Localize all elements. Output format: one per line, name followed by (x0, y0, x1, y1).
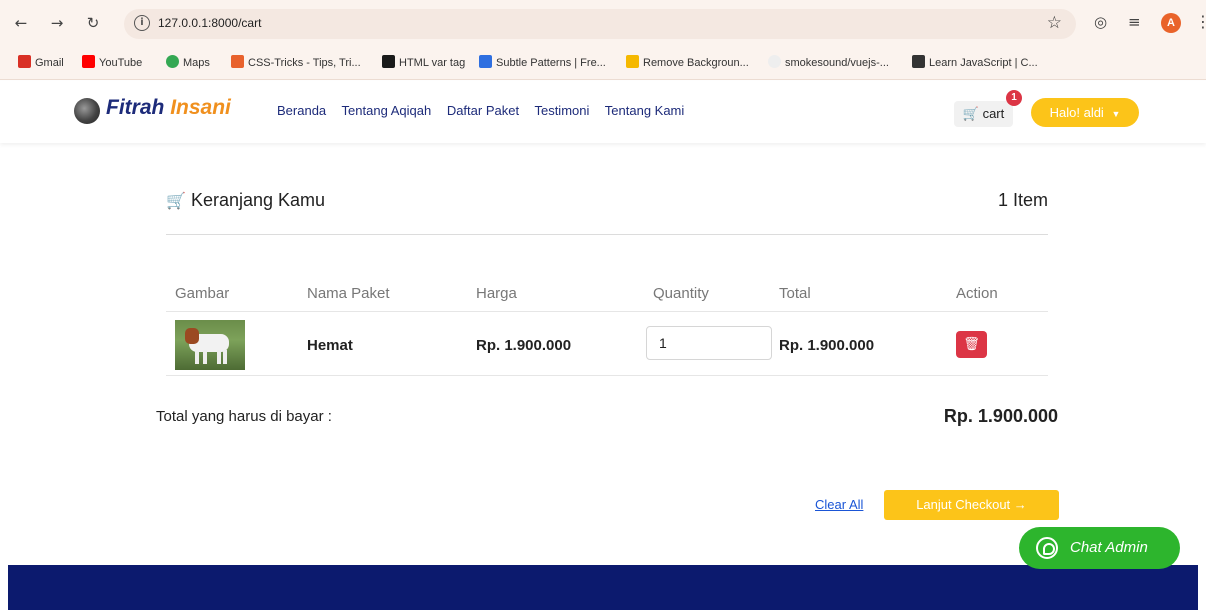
header-quantity: Quantity (653, 285, 709, 302)
cart-button[interactable]: 🛒 cart (954, 101, 1013, 127)
header-action: Action (956, 285, 998, 302)
bookmark-star-icon[interactable]: ☆ (1047, 13, 1062, 33)
cart-label: cart (982, 106, 1005, 121)
bookmark-youtube[interactable]: YouTube (82, 55, 142, 69)
header-total: Total (779, 285, 811, 302)
globe-icon (768, 55, 781, 68)
header-nama-paket: Nama Paket (307, 285, 390, 302)
forward-arrow-icon[interactable]: → (48, 14, 66, 32)
bookmark-css-tricks[interactable]: CSS-Tricks - Tips, Tri... (231, 55, 361, 69)
nav-tentang-kami[interactable]: Tentang Kami (605, 103, 685, 118)
media-control-icon[interactable]: ≡ (1128, 13, 1141, 31)
cart-item-count: 1 Item (997, 190, 1048, 210)
chat-admin-button[interactable]: Chat Admin (1019, 527, 1180, 569)
product-name: Hemat (307, 337, 353, 354)
w3-icon (382, 55, 395, 68)
youtube-icon (82, 55, 95, 68)
footer (8, 565, 1198, 610)
whatsapp-icon (1036, 537, 1058, 559)
reload-icon[interactable]: ↻ (84, 14, 102, 32)
nav-daftar-paket[interactable]: Daftar Paket (447, 103, 519, 118)
product-image (175, 320, 245, 370)
total-label: Total yang harus di bayar : (156, 408, 332, 425)
address-url[interactable]: 127.0.0.1:8000/cart (158, 16, 261, 30)
cart-count-badge: 1 (1006, 90, 1022, 106)
caret-down-icon: ▼ (1111, 109, 1121, 119)
trash-icon: 🗑 (963, 337, 980, 352)
user-greeting: Halo! aldi (1049, 105, 1104, 120)
bookmark-learn-javascript[interactable]: Learn JavaScript | C... (912, 55, 1038, 69)
bookmark-maps[interactable]: Maps (166, 55, 210, 69)
brand-first-word: Fitrah (106, 96, 165, 119)
nav-tentang-aqiqah[interactable]: Tentang Aqiqah (342, 103, 432, 118)
main-menu: Beranda Tentang Aqiqah Daftar Paket Test… (277, 103, 696, 118)
user-dropdown-button[interactable]: Halo! aldi ▼ (1031, 98, 1139, 127)
site-navbar: Fitrah Insani Beranda Tentang Aqiqah Daf… (0, 81, 1206, 143)
logo-goat-icon[interactable] (74, 98, 100, 124)
brand-second-word: Insani (170, 96, 231, 119)
nav-testimoni[interactable]: Testimoni (534, 103, 589, 118)
remove-bg-icon (626, 55, 639, 68)
bookmark-gmail[interactable]: Gmail (18, 55, 64, 69)
back-arrow-icon[interactable]: ← (12, 14, 30, 32)
brand-logo[interactable]: Fitrah Insani (106, 96, 231, 120)
site-info-icon[interactable]: i (134, 15, 150, 31)
nav-beranda[interactable]: Beranda (277, 103, 326, 118)
quantity-input[interactable] (646, 326, 772, 360)
bookmarks-bar: Gmail YouTube Maps CSS-Tricks - Tips, Tr… (0, 46, 1206, 80)
learn-js-icon (912, 55, 925, 68)
product-price: Rp. 1.900.000 (476, 337, 572, 354)
total-amount: Rp. 1.900.000 (943, 406, 1058, 426)
cart-icon: 🛒 (962, 106, 979, 121)
shopping-cart-icon: 🛒 (166, 193, 186, 210)
header-harga: Harga (476, 285, 517, 302)
table-header-divider (166, 311, 1048, 312)
profile-avatar[interactable]: A (1161, 13, 1181, 33)
maps-pin-icon (166, 55, 179, 68)
bookmark-smokesound[interactable]: smokesound/vuejs-... (768, 55, 889, 69)
cart-title-text: Keranjang Kamu (190, 190, 326, 210)
css-tricks-icon (231, 55, 244, 68)
address-bar[interactable]: i 127.0.0.1:8000/cart ☆ (124, 9, 1076, 39)
cart-heading: 🛒 Keranjang Kamu (166, 190, 325, 211)
bookmark-html-var-tag[interactable]: HTML var tag (382, 55, 465, 69)
extension-icon[interactable]: ◎ (1094, 13, 1107, 31)
delete-item-button[interactable]: 🗑 (956, 331, 987, 358)
clear-all-link[interactable]: Clear All (815, 497, 863, 512)
table-row-divider (166, 375, 1048, 376)
browser-menu-icon[interactable]: ⋮ (1195, 12, 1206, 31)
subtle-patterns-icon (479, 55, 492, 68)
browser-toolbar: ← → ↻ i 127.0.0.1:8000/cart ☆ ◎ ≡ A ⋮ (0, 0, 1206, 46)
checkout-button[interactable]: Lanjut Checkout → (884, 490, 1059, 520)
bookmark-subtle-patterns[interactable]: Subtle Patterns | Fre... (479, 55, 606, 69)
row-total: Rp. 1.900.000 (779, 337, 875, 354)
divider (166, 234, 1048, 235)
header-gambar: Gambar (175, 285, 230, 302)
bookmark-remove-background[interactable]: Remove Backgroun... (626, 55, 749, 69)
gmail-icon (18, 55, 31, 68)
chat-admin-label: Chat Admin (1070, 539, 1148, 556)
